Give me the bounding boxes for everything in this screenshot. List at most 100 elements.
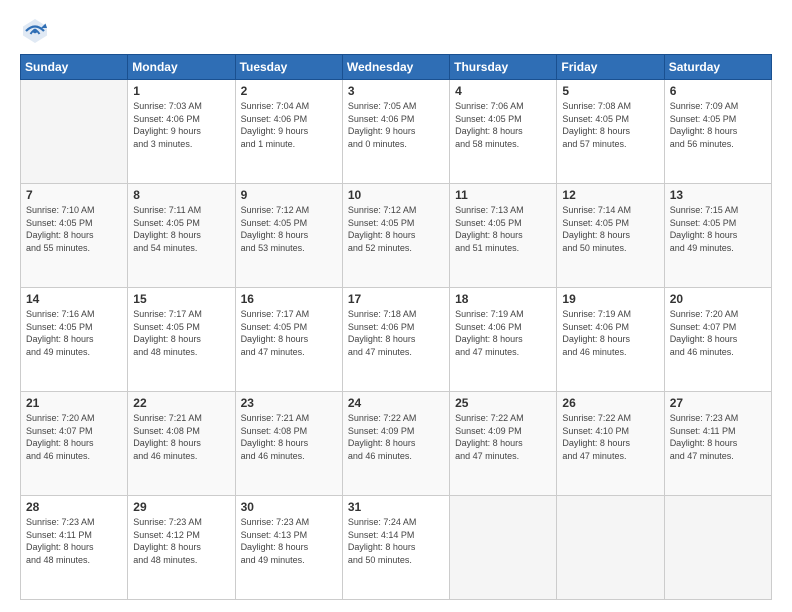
logo [20,16,54,46]
day-number: 1 [133,84,229,98]
day-info: Sunrise: 7:09 AM Sunset: 4:05 PM Dayligh… [670,100,766,150]
day-number: 22 [133,396,229,410]
calendar-cell [21,80,128,184]
calendar-table: SundayMondayTuesdayWednesdayThursdayFrid… [20,54,772,600]
header-row: SundayMondayTuesdayWednesdayThursdayFrid… [21,55,772,80]
day-number: 8 [133,188,229,202]
day-info: Sunrise: 7:11 AM Sunset: 4:05 PM Dayligh… [133,204,229,254]
calendar-cell: 30Sunrise: 7:23 AM Sunset: 4:13 PM Dayli… [235,496,342,600]
calendar-cell: 22Sunrise: 7:21 AM Sunset: 4:08 PM Dayli… [128,392,235,496]
logo-icon [20,16,50,46]
day-number: 29 [133,500,229,514]
calendar-cell: 14 Sunrise: 7:16 AM Sunset: 4:05 PM Dayli… [21,288,128,392]
day-number: 20 [670,292,766,306]
day-info: Sunrise: 7:23 AM Sunset: 4:12 PM Dayligh… [133,516,229,566]
calendar-cell: 23 Sunrise: 7:21 AM Sunset: 4:08 PM Dayli… [235,392,342,496]
calendar-cell: 20 Sunrise: 7:20 AM Sunset: 4:07 PM Dayli… [664,288,771,392]
day-number: 10 [348,188,444,202]
calendar-cell: 3 Sunrise: 7:05 AM Sunset: 4:06 PM Daylig… [342,80,449,184]
calendar-cell: 25Sunrise: 7:22 AM Sunset: 4:09 PM Dayli… [450,392,557,496]
calendar-week-row: 28 Sunrise: 7:23 AM Sunset: 4:11 PM Dayli… [21,496,772,600]
day-number: 16 [241,292,337,306]
day-of-week-header: Friday [557,55,664,80]
day-number: 12 [562,188,658,202]
day-info: Sunrise: 7:24 AM Sunset: 4:14 PM Dayligh… [348,516,444,566]
day-info: Sunrise: 7:18 AM Sunset: 4:06 PM Dayligh… [348,308,444,358]
day-info: Sunrise: 7:19 AM Sunset: 4:06 PM Dayligh… [455,308,551,358]
day-number: 23 [241,396,337,410]
calendar-cell: 24 Sunrise: 7:22 AM Sunset: 4:09 PM Dayli… [342,392,449,496]
day-of-week-header: Monday [128,55,235,80]
calendar-cell: 10 Sunrise: 7:12 AM Sunset: 4:05 PM Dayli… [342,184,449,288]
day-number: 2 [241,84,337,98]
day-number: 30 [241,500,337,514]
day-info: Sunrise: 7:21 AM Sunset: 4:08 PM Dayligh… [241,412,337,462]
calendar-cell: 11Sunrise: 7:13 AM Sunset: 4:05 PM Dayli… [450,184,557,288]
day-info: Sunrise: 7:20 AM Sunset: 4:07 PM Dayligh… [670,308,766,358]
calendar-cell: 4 Sunrise: 7:06 AM Sunset: 4:05 PM Daylig… [450,80,557,184]
calendar-cell: 1 Sunrise: 7:03 AM Sunset: 4:06 PM Daylig… [128,80,235,184]
day-info: Sunrise: 7:06 AM Sunset: 4:05 PM Dayligh… [455,100,551,150]
day-number: 27 [670,396,766,410]
day-number: 3 [348,84,444,98]
day-info: Sunrise: 7:20 AM Sunset: 4:07 PM Dayligh… [26,412,122,462]
calendar-cell: 8 Sunrise: 7:11 AM Sunset: 4:05 PM Daylig… [128,184,235,288]
day-number: 25 [455,396,551,410]
day-info: Sunrise: 7:04 AM Sunset: 4:06 PM Dayligh… [241,100,337,150]
calendar-cell: 6Sunrise: 7:09 AM Sunset: 4:05 PM Daylig… [664,80,771,184]
calendar-cell: 27 Sunrise: 7:23 AM Sunset: 4:11 PM Dayli… [664,392,771,496]
day-of-week-header: Wednesday [342,55,449,80]
day-of-week-header: Saturday [664,55,771,80]
calendar-cell: 29 Sunrise: 7:23 AM Sunset: 4:12 PM Dayli… [128,496,235,600]
day-info: Sunrise: 7:17 AM Sunset: 4:05 PM Dayligh… [133,308,229,358]
day-info: Sunrise: 7:23 AM Sunset: 4:11 PM Dayligh… [670,412,766,462]
calendar-cell [557,496,664,600]
calendar-week-row: 1 Sunrise: 7:03 AM Sunset: 4:06 PM Daylig… [21,80,772,184]
day-number: 24 [348,396,444,410]
day-info: Sunrise: 7:14 AM Sunset: 4:05 PM Dayligh… [562,204,658,254]
calendar-cell: 21Sunrise: 7:20 AM Sunset: 4:07 PM Dayli… [21,392,128,496]
day-info: Sunrise: 7:08 AM Sunset: 4:05 PM Dayligh… [562,100,658,150]
day-number: 19 [562,292,658,306]
day-info: Sunrise: 7:16 AM Sunset: 4:05 PM Dayligh… [26,308,122,358]
calendar-cell: 18 Sunrise: 7:19 AM Sunset: 4:06 PM Dayli… [450,288,557,392]
day-info: Sunrise: 7:05 AM Sunset: 4:06 PM Dayligh… [348,100,444,150]
calendar-cell: 15 Sunrise: 7:17 AM Sunset: 4:05 PM Dayli… [128,288,235,392]
calendar-cell: 13 Sunrise: 7:15 AM Sunset: 4:05 PM Dayli… [664,184,771,288]
calendar-cell: 2 Sunrise: 7:04 AM Sunset: 4:06 PM Daylig… [235,80,342,184]
day-info: Sunrise: 7:22 AM Sunset: 4:10 PM Dayligh… [562,412,658,462]
day-info: Sunrise: 7:22 AM Sunset: 4:09 PM Dayligh… [348,412,444,462]
day-number: 4 [455,84,551,98]
day-number: 15 [133,292,229,306]
day-info: Sunrise: 7:19 AM Sunset: 4:06 PM Dayligh… [562,308,658,358]
day-info: Sunrise: 7:03 AM Sunset: 4:06 PM Dayligh… [133,100,229,150]
day-number: 9 [241,188,337,202]
calendar-cell: 5Sunrise: 7:08 AM Sunset: 4:05 PM Daylig… [557,80,664,184]
header [20,16,772,46]
calendar-cell: 7Sunrise: 7:10 AM Sunset: 4:05 PM Daylig… [21,184,128,288]
calendar-cell: 28 Sunrise: 7:23 AM Sunset: 4:11 PM Dayli… [21,496,128,600]
day-info: Sunrise: 7:13 AM Sunset: 4:05 PM Dayligh… [455,204,551,254]
calendar-cell: 26Sunrise: 7:22 AM Sunset: 4:10 PM Dayli… [557,392,664,496]
day-number: 13 [670,188,766,202]
calendar-cell: 12 Sunrise: 7:14 AM Sunset: 4:05 PM Dayli… [557,184,664,288]
calendar-cell: 17Sunrise: 7:18 AM Sunset: 4:06 PM Dayli… [342,288,449,392]
calendar-week-row: 21Sunrise: 7:20 AM Sunset: 4:07 PM Dayli… [21,392,772,496]
day-number: 31 [348,500,444,514]
day-of-week-header: Thursday [450,55,557,80]
calendar-cell: 19 Sunrise: 7:19 AM Sunset: 4:06 PM Dayli… [557,288,664,392]
calendar-cell [450,496,557,600]
day-info: Sunrise: 7:23 AM Sunset: 4:11 PM Dayligh… [26,516,122,566]
calendar-cell: 31 Sunrise: 7:24 AM Sunset: 4:14 PM Dayli… [342,496,449,600]
day-info: Sunrise: 7:12 AM Sunset: 4:05 PM Dayligh… [241,204,337,254]
day-info: Sunrise: 7:15 AM Sunset: 4:05 PM Dayligh… [670,204,766,254]
day-info: Sunrise: 7:17 AM Sunset: 4:05 PM Dayligh… [241,308,337,358]
day-of-week-header: Tuesday [235,55,342,80]
calendar-cell: 9 Sunrise: 7:12 AM Sunset: 4:05 PM Daylig… [235,184,342,288]
day-info: Sunrise: 7:12 AM Sunset: 4:05 PM Dayligh… [348,204,444,254]
day-number: 14 [26,292,122,306]
calendar-cell: 16 Sunrise: 7:17 AM Sunset: 4:05 PM Dayli… [235,288,342,392]
day-number: 18 [455,292,551,306]
day-number: 28 [26,500,122,514]
calendar-week-row: 7Sunrise: 7:10 AM Sunset: 4:05 PM Daylig… [21,184,772,288]
